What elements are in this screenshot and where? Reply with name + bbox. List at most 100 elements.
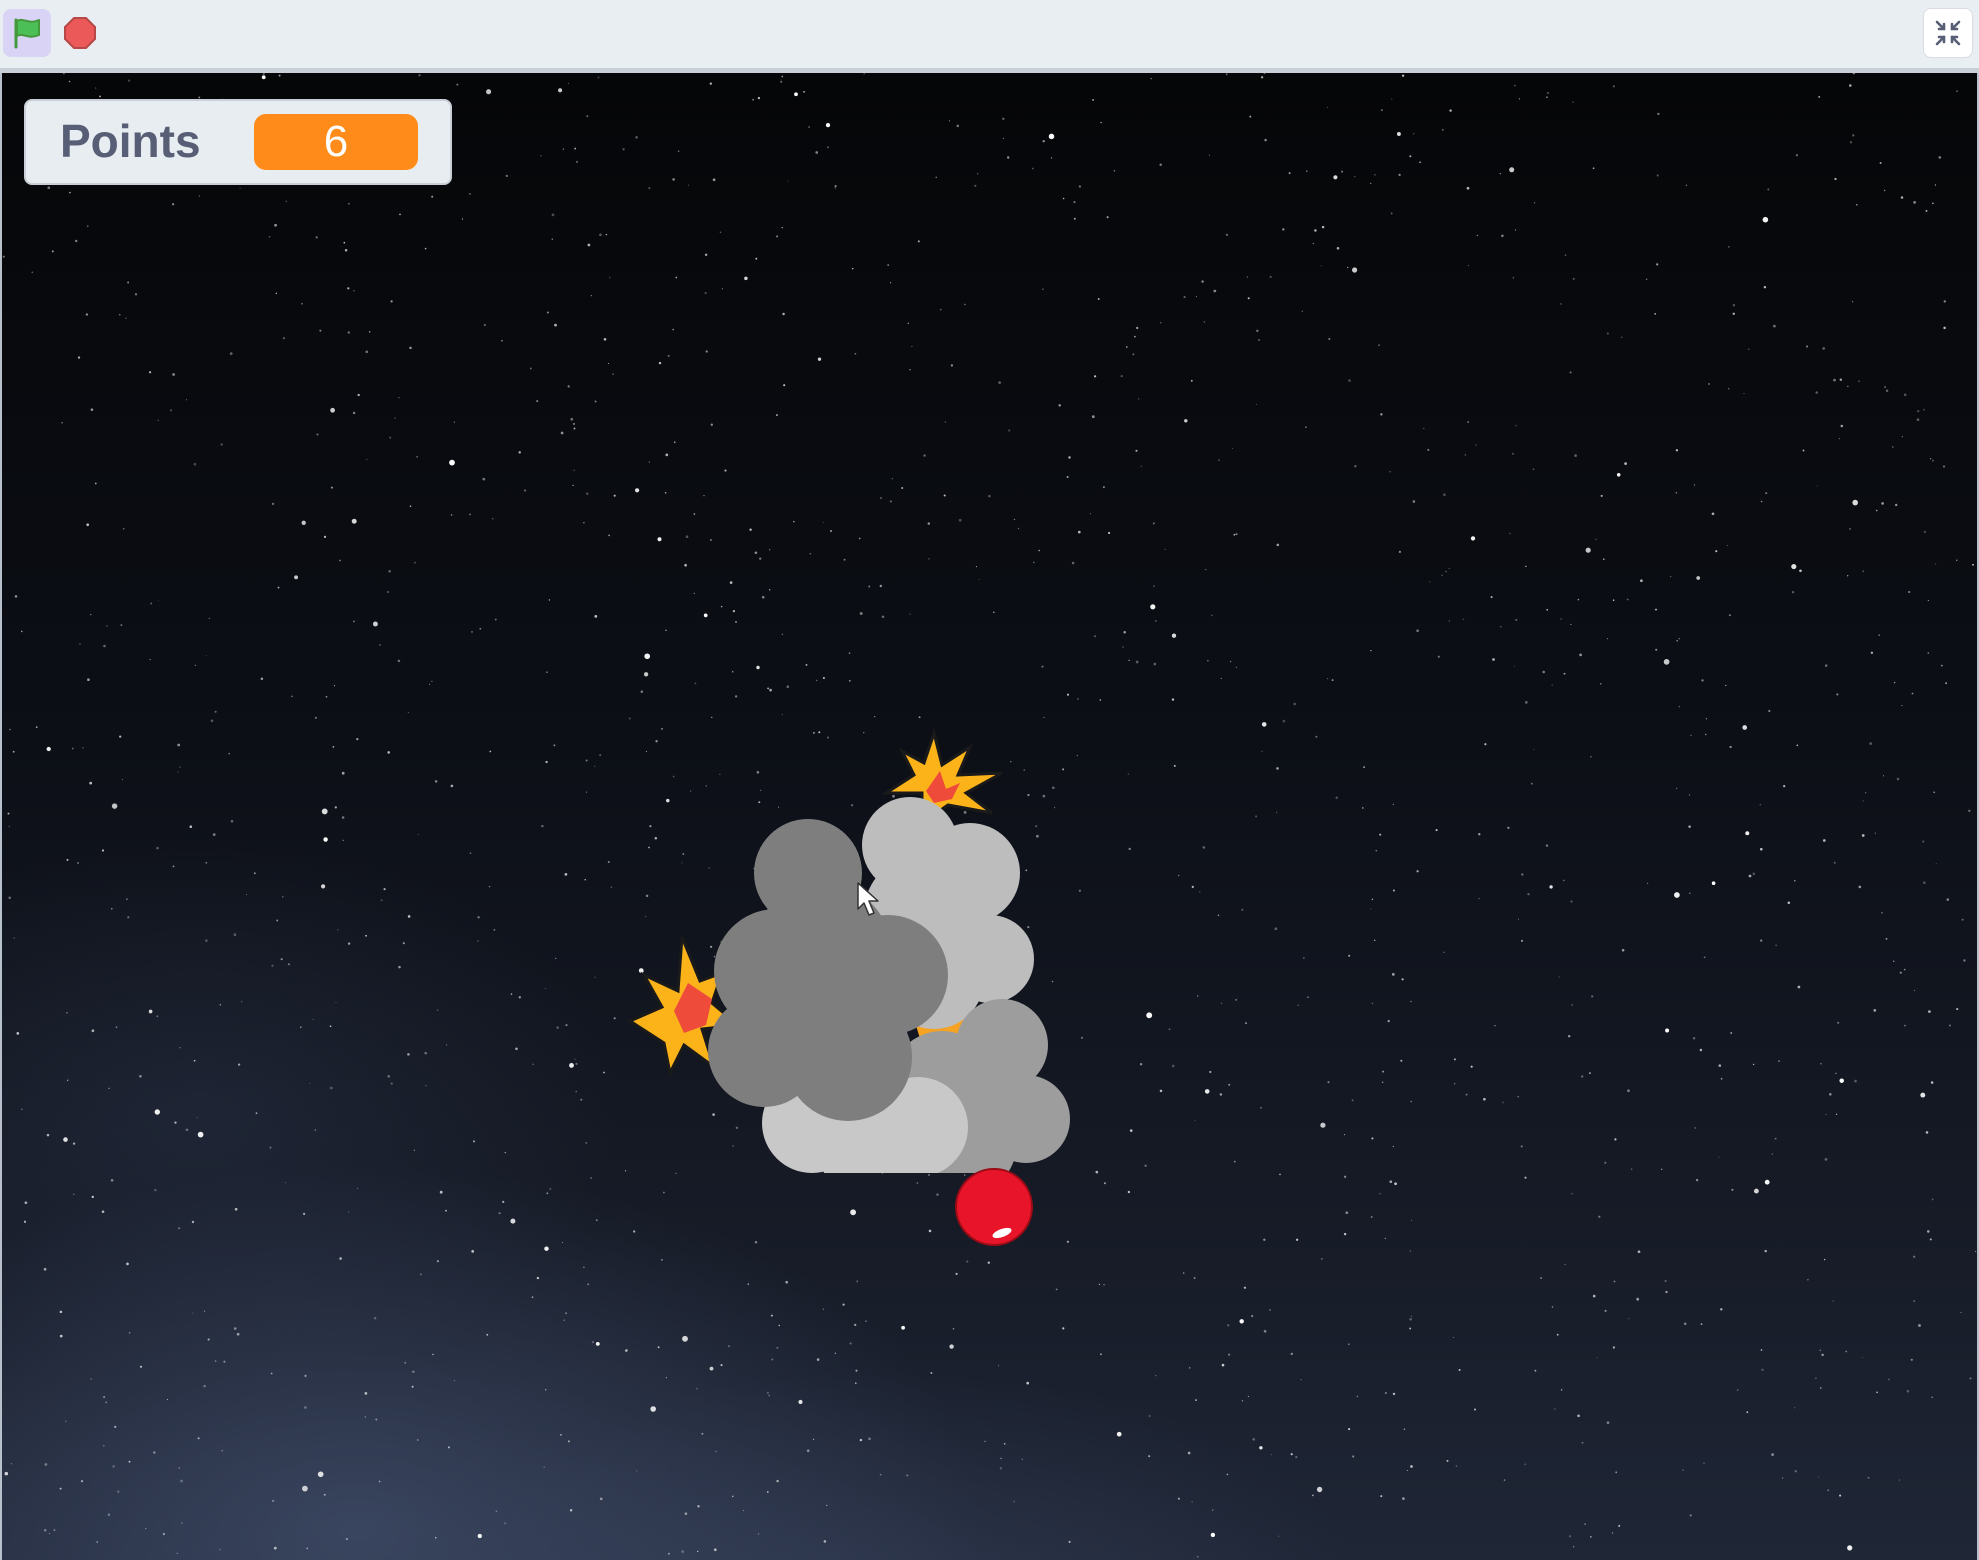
star	[1898, 1479, 1900, 1481]
stop-button[interactable]	[56, 9, 104, 57]
star	[1276, 543, 1280, 547]
star	[855, 1382, 857, 1384]
star	[325, 695, 328, 698]
star	[1564, 1263, 1566, 1266]
star	[553, 744, 556, 747]
star	[205, 939, 208, 942]
star	[766, 1491, 769, 1493]
star	[365, 934, 367, 937]
star	[974, 184, 977, 187]
star	[352, 411, 356, 415]
star	[672, 178, 675, 181]
star	[1261, 750, 1263, 753]
star	[1682, 1469, 1684, 1472]
star	[567, 82, 570, 85]
star	[1573, 1546, 1575, 1548]
star	[1802, 449, 1805, 452]
star	[1348, 1343, 1350, 1345]
star	[701, 1432, 704, 1435]
star	[7, 812, 10, 815]
star	[1062, 1327, 1065, 1330]
star	[1333, 175, 1338, 180]
star	[1106, 216, 1109, 219]
star	[1351, 1099, 1354, 1102]
star	[1822, 347, 1825, 350]
star	[1849, 141, 1853, 144]
star	[156, 846, 159, 850]
star	[1171, 698, 1175, 701]
star	[1885, 937, 1888, 940]
star	[1794, 880, 1796, 882]
star	[1821, 1353, 1824, 1357]
star	[1066, 1240, 1069, 1243]
star	[1685, 184, 1688, 187]
star	[1542, 670, 1545, 674]
star	[827, 146, 830, 149]
star	[1598, 1215, 1601, 1218]
green-flag-button[interactable]	[3, 9, 51, 57]
star	[734, 620, 738, 623]
star	[424, 247, 427, 250]
star	[1730, 1032, 1733, 1034]
star	[108, 1087, 110, 1089]
star	[1969, 1377, 1972, 1380]
star	[1435, 829, 1438, 832]
star	[193, 462, 197, 466]
star	[1600, 683, 1602, 685]
star	[634, 488, 640, 493]
star	[757, 96, 761, 100]
star	[754, 1240, 758, 1244]
star	[1616, 473, 1621, 477]
star	[607, 362, 610, 364]
star	[1883, 775, 1885, 777]
star	[891, 478, 893, 480]
star	[85, 313, 89, 316]
star	[1693, 484, 1696, 486]
star	[1501, 234, 1504, 238]
star	[486, 89, 492, 95]
star	[1295, 1238, 1299, 1241]
star	[1822, 839, 1826, 842]
star	[1473, 1408, 1477, 1411]
stage-header	[0, 0, 1979, 73]
star	[1102, 486, 1105, 489]
star	[901, 487, 904, 489]
apple-sprite[interactable]	[938, 1159, 1038, 1259]
star	[347, 1211, 350, 1213]
star	[889, 500, 892, 503]
star	[398, 965, 401, 969]
star	[1925, 209, 1928, 212]
star	[1116, 1431, 1122, 1437]
star	[1276, 811, 1278, 813]
star	[46, 1133, 50, 1137]
star	[373, 1316, 377, 1320]
star	[575, 160, 579, 164]
star	[1759, 803, 1762, 806]
explosion-sprite[interactable]	[622, 653, 1102, 1173]
star	[1849, 84, 1852, 87]
star	[1835, 1113, 1838, 1115]
star	[189, 825, 193, 829]
star	[563, 1319, 565, 1321]
star	[587, 243, 591, 247]
star	[1403, 1428, 1406, 1431]
star	[447, 1446, 450, 1449]
star	[479, 627, 482, 630]
star	[793, 520, 795, 523]
star	[1380, 109, 1383, 112]
star	[239, 187, 241, 189]
star	[1483, 1097, 1486, 1101]
star	[1293, 702, 1296, 706]
star	[1899, 971, 1902, 974]
star	[1563, 672, 1566, 675]
game-stage[interactable]: Points 6	[0, 73, 1979, 1560]
star	[1470, 1065, 1473, 1068]
star	[1590, 1536, 1592, 1538]
star	[546, 1192, 549, 1195]
star	[1612, 599, 1615, 601]
star	[1449, 109, 1452, 112]
star	[815, 151, 819, 154]
exit-fullscreen-button[interactable]	[1923, 8, 1973, 58]
star	[1833, 378, 1836, 382]
star	[1524, 1463, 1526, 1466]
